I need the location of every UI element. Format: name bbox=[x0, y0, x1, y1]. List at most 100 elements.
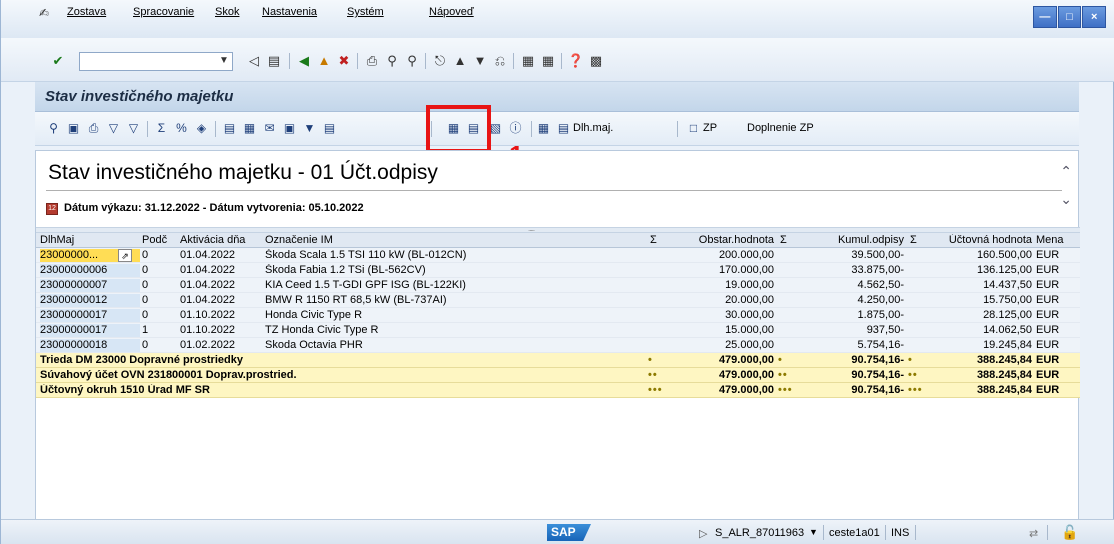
lock-icon[interactable]: 🔓 bbox=[1061, 524, 1078, 541]
cell-mena[interactable]: EUR bbox=[1036, 324, 1076, 337]
subtotal-row[interactable]: Trieda DM 23000 Dopravné prostriedky • 479… bbox=[36, 353, 1080, 368]
export-icon[interactable]: ▤ bbox=[221, 120, 238, 137]
help-icon[interactable]: ❓ bbox=[567, 52, 585, 70]
cell-label[interactable]: Účtovný okruh 1510 Úrad MF SR bbox=[40, 384, 640, 397]
cell-aktivacia[interactable]: 01.04.2022 bbox=[180, 279, 264, 292]
cell-oznacenie[interactable]: BMW R 1150 RT 68,5 kW (BL-737AI) bbox=[265, 294, 645, 307]
col-podc[interactable]: Podč bbox=[142, 234, 178, 247]
cell-podc[interactable]: 0 bbox=[142, 294, 178, 307]
details-icon[interactable]: ⚲ bbox=[45, 120, 62, 137]
cell-oznacenie[interactable]: Škoda Fabia 1.2 TSi (BL-562CV) bbox=[265, 264, 645, 277]
table-row[interactable]: 23000000017 0 01.10.2022 Honda Civic Type R… bbox=[36, 308, 1080, 323]
subtotal-row[interactable]: Účtovný okruh 1510 Úrad MF SR ••• 479.000,… bbox=[36, 383, 1080, 398]
cell-kumul[interactable]: 937,50- bbox=[794, 324, 904, 337]
table-row[interactable]: 23000000018 0 01.02.2022 Skoda Octavia PHR 2… bbox=[36, 338, 1080, 353]
cell-dlhmaj[interactable]: 23000000017 bbox=[40, 324, 140, 337]
cell-uctovna[interactable]: 19.245,84 bbox=[922, 339, 1032, 352]
cell-obstar[interactable]: 19.000,00 bbox=[664, 279, 774, 292]
first-page-icon[interactable]: ⎋ bbox=[431, 52, 449, 70]
col-aktivacia[interactable]: Aktivácia dňa bbox=[180, 234, 264, 247]
graphic-icon[interactable]: ▣ bbox=[281, 120, 298, 137]
cell-uctovna[interactable]: 14.437,50 bbox=[922, 279, 1032, 292]
cell-label[interactable]: Trieda DM 23000 Dopravné prostriedky bbox=[40, 354, 640, 367]
cell-dlhmaj[interactable]: 23000000006 bbox=[40, 264, 140, 277]
previous-page-icon[interactable]: ▲ bbox=[451, 52, 469, 70]
cell-obstar[interactable]: 170.000,00 bbox=[664, 264, 774, 277]
cell-uctovna[interactable]: 14.062,50 bbox=[922, 324, 1032, 337]
cell-podc[interactable]: 0 bbox=[142, 309, 178, 322]
chevron-up-icon[interactable]: ⌃ bbox=[1060, 163, 1072, 180]
cell-uctovna[interactable]: 136.125,00 bbox=[922, 264, 1032, 277]
close-icon[interactable]: × bbox=[1082, 6, 1107, 28]
cell-obstar[interactable]: 30.000,00 bbox=[664, 309, 774, 322]
maximize-icon[interactable]: □ bbox=[1057, 6, 1082, 28]
cell-oznacenie[interactable]: Škoda Scala 1.5 TSI 110 kW (BL-012CN) bbox=[265, 249, 645, 262]
info-icon[interactable]: ⓘ bbox=[507, 120, 524, 137]
cell-aktivacia[interactable]: 01.04.2022 bbox=[180, 294, 264, 307]
cell-obstar[interactable]: 200.000,00 bbox=[664, 249, 774, 262]
cell-aktivacia[interactable]: 01.04.2022 bbox=[180, 249, 264, 262]
cell-obstar[interactable]: 20.000,00 bbox=[664, 294, 774, 307]
cell-oznacenie[interactable]: Skoda Octavia PHR bbox=[265, 339, 645, 352]
menu-nastavenia[interactable]: Nastavenia bbox=[262, 6, 317, 18]
shortcut-icon[interactable]: ▦ bbox=[539, 52, 557, 70]
save-icon[interactable]: ▤ bbox=[265, 52, 283, 70]
cell-obstar[interactable]: 25.000,00 bbox=[664, 339, 774, 352]
choose-icon[interactable]: ▣ bbox=[65, 120, 82, 137]
subtotal-icon[interactable]: % bbox=[173, 120, 190, 137]
spreadsheet-icon[interactable]: ▦ bbox=[241, 120, 258, 137]
table-row[interactable]: 23000000007 0 01.04.2022 KIA Ceed 1.5 T-GDI… bbox=[36, 278, 1080, 293]
table-row[interactable]: 23000000012 0 01.04.2022 BMW R 1150 RT 68,5… bbox=[36, 293, 1080, 308]
cell-podc[interactable]: 1 bbox=[142, 324, 178, 337]
cell-podc[interactable]: 0 bbox=[142, 264, 178, 277]
cell-dlhmaj[interactable]: 23000000007 bbox=[40, 279, 140, 292]
cell-kumul[interactable]: 4.562,50- bbox=[794, 279, 904, 292]
cell-podc[interactable]: 0 bbox=[142, 339, 178, 352]
cancel-icon[interactable]: ✖ bbox=[335, 52, 353, 70]
new-session-icon[interactable]: ▦ bbox=[519, 52, 537, 70]
last-page-icon[interactable]: ⎌ bbox=[491, 52, 509, 70]
exit-icon[interactable]: ▲ bbox=[315, 52, 333, 70]
subtotal-row[interactable]: Súvahový účet OVN 231800001 Doprav.prost… bbox=[36, 368, 1080, 383]
cell-kumul[interactable]: 33.875,00- bbox=[794, 264, 904, 277]
cell-aktivacia[interactable]: 01.10.2022 bbox=[180, 324, 264, 337]
chevron-down-icon[interactable]: ⌄ bbox=[1060, 191, 1072, 208]
find-next-icon[interactable]: ⚲ bbox=[403, 52, 421, 70]
cell-dlhmaj[interactable]: 23000000017 bbox=[40, 309, 140, 322]
col-dlhmaj[interactable]: DlhMaj bbox=[40, 234, 140, 247]
table-row[interactable]: 23000000017 1 01.10.2022 TZ Honda Civic Typ… bbox=[36, 323, 1080, 338]
expand-icon[interactable]: ◈ bbox=[193, 120, 210, 137]
status-transaction[interactable]: S_ALR_87011963 bbox=[715, 527, 804, 539]
cell-aktivacia[interactable]: 01.04.2022 bbox=[180, 264, 264, 277]
cell-podc[interactable]: 0 bbox=[142, 249, 178, 262]
col-oznacenie[interactable]: Označenie IM bbox=[265, 234, 645, 247]
col-mena[interactable]: Mena bbox=[1036, 234, 1076, 247]
menu-napoved[interactable]: Nápoveď bbox=[429, 6, 474, 18]
cell-podc[interactable]: 0 bbox=[142, 279, 178, 292]
table-row[interactable]: 23000000... 0 01.04.2022 Škoda Scala 1.5 TS… bbox=[36, 248, 1080, 263]
grid-view-icon[interactable]: ▦ bbox=[535, 120, 552, 137]
back-icon[interactable]: ◀ bbox=[295, 52, 313, 70]
zp-icon[interactable]: □ bbox=[685, 120, 702, 137]
delete-filter-icon[interactable]: ▽ bbox=[125, 120, 142, 137]
layout-menu-icon[interactable]: ▩ bbox=[587, 52, 605, 70]
doplnenie-zp-button[interactable]: Doplnenie ZP bbox=[747, 122, 814, 134]
cell-mena[interactable]: EUR bbox=[1036, 264, 1076, 277]
cell-mena[interactable]: EUR bbox=[1036, 294, 1076, 307]
cell-mena[interactable]: EUR bbox=[1036, 309, 1076, 322]
value-help-icon[interactable]: ⇗ bbox=[118, 249, 132, 262]
chevron-down-icon[interactable]: ▼ bbox=[809, 527, 818, 537]
col-obstar[interactable]: Obstar.hodnota bbox=[664, 234, 774, 247]
command-field[interactable] bbox=[79, 52, 233, 71]
cell-uctovna[interactable]: 28.125,00 bbox=[922, 309, 1032, 322]
cell-label[interactable]: Súvahový účet OVN 231800001 Doprav.prost… bbox=[40, 369, 640, 382]
menu-system[interactable]: Systém bbox=[347, 6, 384, 18]
print-preview-icon[interactable]: ⎙ bbox=[85, 120, 102, 137]
total-icon[interactable]: Σ bbox=[153, 120, 170, 137]
cell-kumul[interactable]: 39.500,00- bbox=[794, 249, 904, 262]
cell-mena[interactable]: EUR bbox=[1036, 249, 1076, 262]
cell-aktivacia[interactable]: 01.02.2022 bbox=[180, 339, 264, 352]
cell-mena[interactable]: EUR bbox=[1036, 339, 1076, 352]
system-menu-icon[interactable]: ✍ bbox=[39, 6, 49, 20]
command-dropdown-icon[interactable]: ▼ bbox=[215, 52, 233, 71]
